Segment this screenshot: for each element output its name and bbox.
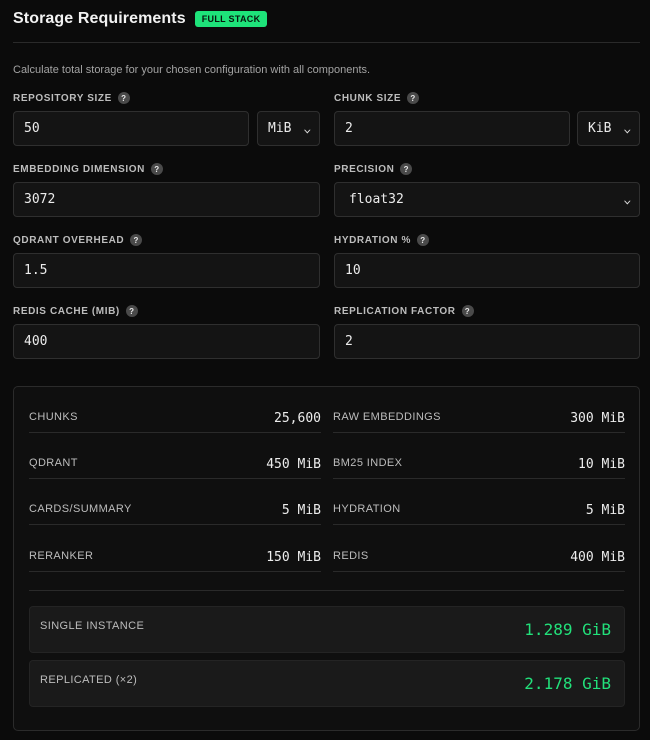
repository-size-field: REPOSITORY SIZE ? 50 MiB ⌄	[13, 91, 320, 146]
precision-label: PRECISION	[334, 163, 395, 175]
results-panel: CHUNKS 25,600 RAW EMBEDDINGS 300 MiB QDR…	[13, 386, 640, 731]
panel-description: Calculate total storage for your chosen …	[13, 64, 371, 76]
chunk-size-input[interactable]: 2	[334, 111, 570, 146]
metric-label: RAW EMBEDDINGS	[333, 411, 441, 423]
metric-value: 5 MiB	[585, 503, 625, 518]
total-value: 2.178 GiB	[524, 674, 611, 693]
metric-label: CHUNKS	[29, 411, 78, 423]
help-icon[interactable]: ?	[407, 92, 420, 104]
embedding-dimension-label: EMBEDDING DIMENSION	[13, 163, 145, 175]
header-divider	[13, 42, 640, 43]
redis-cache-label: REDIS CACHE (MIB)	[13, 305, 120, 317]
precision-field: PRECISION ? float32 ⌄	[334, 162, 641, 217]
repository-size-unit-value: MiB	[268, 121, 292, 136]
metric-raw-embeddings: RAW EMBEDDINGS 300 MiB	[333, 387, 625, 433]
embedding-dimension-field: EMBEDDING DIMENSION ? 3072	[13, 162, 320, 217]
chunk-size-label: CHUNK SIZE	[334, 92, 402, 104]
metric-reranker: RERANKER 150 MiB	[29, 526, 321, 572]
redis-cache-input[interactable]: 400	[13, 324, 320, 359]
embedding-dimension-input[interactable]: 3072	[13, 182, 320, 217]
redis-cache-field: REDIS CACHE (MIB) ? 400	[13, 304, 320, 359]
metric-qdrant: QDRANT 450 MiB	[29, 433, 321, 479]
qdrant-overhead-label: QDRANT OVERHEAD	[13, 234, 125, 246]
replicated-total: REPLICATED (×2) 2.178 GiB	[29, 660, 625, 707]
full-stack-badge: FULL STACK	[194, 11, 268, 27]
help-icon[interactable]: ?	[400, 163, 413, 175]
replication-factor-label: REPLICATION FACTOR	[334, 305, 456, 317]
chunk-size-unit-select[interactable]: KiB ⌄	[577, 111, 640, 146]
help-icon[interactable]: ?	[461, 305, 474, 317]
metric-label: CARDS/SUMMARY	[29, 503, 132, 515]
help-icon[interactable]: ?	[416, 234, 429, 246]
metric-label: RERANKER	[29, 550, 94, 562]
chevron-down-icon: ⌄	[303, 122, 312, 135]
metric-value: 10 MiB	[578, 457, 625, 472]
replication-factor-input[interactable]: 2	[334, 324, 640, 359]
hydration-input[interactable]: 10	[334, 253, 640, 288]
qdrant-overhead-field: QDRANT OVERHEAD ? 1.5	[13, 233, 320, 288]
metric-label: QDRANT	[29, 457, 78, 469]
metric-redis: REDIS 400 MiB	[333, 526, 625, 572]
chevron-down-icon: ⌄	[623, 193, 632, 206]
metric-value: 150 MiB	[266, 550, 321, 565]
metric-value: 5 MiB	[281, 503, 321, 518]
replication-factor-field: REPLICATION FACTOR ? 2	[334, 304, 641, 359]
metric-cards-summary: CARDS/SUMMARY 5 MiB	[29, 479, 321, 525]
hydration-label: HYDRATION %	[334, 234, 411, 246]
metric-value: 450 MiB	[266, 457, 321, 472]
repository-size-input[interactable]: 50	[13, 111, 249, 146]
metric-value: 400 MiB	[570, 550, 625, 565]
metric-label: HYDRATION	[333, 503, 401, 515]
page-title: Storage Requirements	[13, 10, 186, 27]
help-icon[interactable]: ?	[130, 234, 143, 246]
help-icon[interactable]: ?	[117, 92, 130, 104]
chunk-size-field: CHUNK SIZE ? 2 KiB ⌄	[334, 91, 641, 146]
qdrant-overhead-input[interactable]: 1.5	[13, 253, 320, 288]
repository-size-unit-select[interactable]: MiB ⌄	[257, 111, 320, 146]
chevron-down-icon: ⌄	[623, 122, 632, 135]
storage-requirements-panel: Storage Requirements FULL STACK Calculat…	[0, 0, 650, 740]
chunk-size-unit-value: KiB	[588, 121, 612, 136]
metric-value: 300 MiB	[570, 411, 625, 426]
total-label: REPLICATED (×2)	[40, 674, 138, 686]
repository-size-label: REPOSITORY SIZE	[13, 92, 112, 104]
metric-bm25-index: BM25 INDEX 10 MiB	[333, 433, 625, 479]
metric-label: BM25 INDEX	[333, 457, 403, 469]
metric-label: REDIS	[333, 550, 369, 562]
single-instance-total: SINGLE INSTANCE 1.289 GiB	[29, 606, 625, 653]
hydration-field: HYDRATION % ? 10	[334, 233, 641, 288]
total-value: 1.289 GiB	[524, 620, 611, 639]
panel-header: Storage Requirements FULL STACK	[13, 0, 640, 38]
metric-chunks: CHUNKS 25,600	[29, 387, 321, 433]
metric-hydration: HYDRATION 5 MiB	[333, 479, 625, 525]
precision-select[interactable]: float32 ⌄	[334, 182, 640, 217]
results-divider	[29, 590, 624, 591]
help-icon[interactable]: ?	[150, 163, 163, 175]
help-icon[interactable]: ?	[125, 305, 138, 317]
precision-value: float32	[349, 192, 404, 207]
total-label: SINGLE INSTANCE	[40, 620, 145, 632]
metric-value: 25,600	[274, 411, 321, 426]
